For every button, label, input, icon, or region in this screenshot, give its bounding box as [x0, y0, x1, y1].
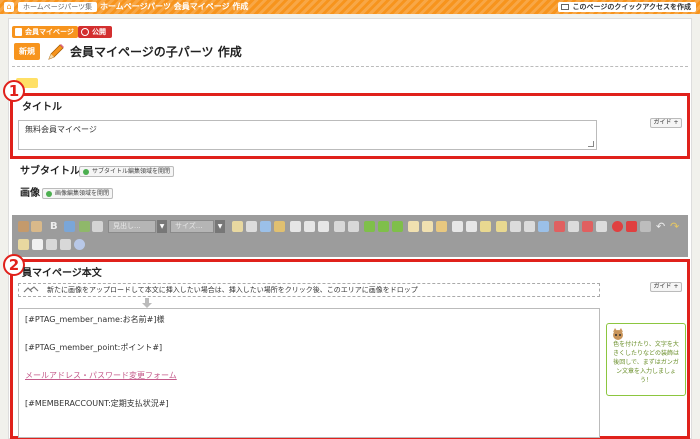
divider-icon[interactable]	[466, 221, 477, 232]
bold-icon[interactable]: B	[50, 221, 61, 232]
chevron-down-icon[interactable]: ▼	[215, 220, 225, 233]
subtitle-label: サブタイトル	[20, 166, 80, 177]
quick-access-label: このページのクイックアクセスを作成	[572, 3, 691, 11]
password-change-link[interactable]: メールアドレス・パスワード変更フォーム	[25, 371, 593, 381]
editor-toolbar: B 見出し... ▼ サイズ... ▼ ↶ ↷	[12, 215, 688, 257]
quote-icon[interactable]	[334, 221, 345, 232]
body-label: 員マイページ本文	[22, 268, 102, 279]
size-select[interactable]: サイズ...	[170, 220, 214, 233]
text-color-icon[interactable]	[92, 221, 103, 232]
upload-icon	[23, 286, 39, 293]
file-icon[interactable]	[408, 221, 419, 232]
map-pin-icon[interactable]	[612, 221, 623, 232]
anchor-icon[interactable]	[392, 221, 403, 232]
heading-select[interactable]: 見出し...	[108, 220, 156, 233]
clipboard-icon[interactable]	[436, 221, 447, 232]
chevron-down-icon[interactable]: ▼	[157, 220, 167, 233]
quick-access-button[interactable]: このページのクイックアクセスを作成	[558, 2, 696, 12]
marker-1: 1	[3, 80, 25, 102]
grid-icon[interactable]	[524, 221, 535, 232]
gallery-icon[interactable]	[582, 221, 593, 232]
toggle-icon	[46, 191, 52, 197]
tip-text: 色を付けたり、文字を大きくしたりなどの装飾は後回しで、まずはガンガン文章を入力し…	[612, 341, 679, 384]
rule-icon[interactable]	[554, 221, 565, 232]
image-toggle-button[interactable]: 画像編集領域を開閉	[42, 188, 114, 199]
mascot-icon	[613, 328, 623, 340]
layout-icon[interactable]	[480, 221, 491, 232]
document-icon[interactable]	[422, 221, 433, 232]
title-guide-button[interactable]: ガイド +	[650, 118, 682, 128]
lock-icon	[15, 28, 22, 36]
source-icon[interactable]	[18, 221, 29, 232]
title-field-value: 無料会員マイページ	[25, 125, 97, 134]
dropzone-text: 新たに画像をアップロードして本文に挿入したい場合は、挿入したい場所をクリック後、…	[47, 286, 418, 294]
chart-icon[interactable]	[538, 221, 549, 232]
video-icon[interactable]	[626, 221, 637, 232]
subtitle-toggle-label: サブタイトル編集領域を開閉	[92, 168, 171, 175]
arrow-down-icon	[142, 298, 152, 308]
subtitle-toggle-button[interactable]: サブタイトル編集領域を開閉	[79, 166, 175, 177]
template-icon[interactable]	[31, 221, 42, 232]
copy-icon[interactable]	[246, 221, 257, 232]
help-icon[interactable]	[74, 239, 85, 250]
title-divider	[12, 66, 688, 67]
resize-handle[interactable]	[588, 141, 594, 147]
indent-icon[interactable]	[348, 221, 359, 232]
align-left-icon[interactable]	[290, 221, 301, 232]
image-dropzone[interactable]: 新たに画像をアップロードして本文に挿入したい場合は、挿入したい場所をクリック後、…	[18, 283, 600, 297]
columns-icon[interactable]	[496, 221, 507, 232]
breadcrumb-parts[interactable]: ホームページパーツ集	[18, 2, 98, 12]
mypage-tag-label: 会員マイページ	[25, 28, 74, 36]
image-label: 画像	[20, 188, 40, 199]
pencil-icon	[48, 44, 64, 60]
mypage-tag: 会員マイページ	[12, 26, 78, 38]
top-bar: ⌂ ホームページパーツ集 › ホームページパーツ 会員マイページ 作成 このペー…	[0, 0, 700, 14]
body-guide-button[interactable]: ガイド +	[650, 282, 682, 292]
public-status-badge[interactable]: 公開	[78, 26, 112, 38]
photo-icon[interactable]	[568, 221, 579, 232]
unlink-icon[interactable]	[378, 221, 389, 232]
form-icon[interactable]	[60, 239, 71, 250]
image-insert-icon[interactable]	[79, 221, 90, 232]
breadcrumb-current: ホームページパーツ 会員マイページ 作成	[100, 2, 249, 11]
public-status-label: 公開	[92, 28, 106, 36]
page-icon[interactable]	[32, 239, 43, 250]
title-field[interactable]: 無料会員マイページ	[18, 120, 597, 150]
cut-icon[interactable]	[260, 221, 271, 232]
page-title: 会員マイページの子パーツ 作成	[70, 45, 242, 59]
body-line: [#MEMBERACCOUNT:定期支払状況#]	[25, 399, 169, 408]
box-icon[interactable]	[452, 221, 463, 232]
home-icon[interactable]: ⌂	[4, 2, 14, 12]
body-line: [#PTAG_member_name:お名前#]様	[25, 315, 165, 324]
body-editor[interactable]: [#PTAG_member_name:お名前#]様 [#PTAG_member_…	[18, 308, 600, 438]
preview-icon[interactable]	[18, 239, 29, 250]
body-line: [#PTAG_member_point:ポイント#]	[25, 343, 163, 352]
link-icon[interactable]	[364, 221, 375, 232]
title-label: タイトル	[22, 102, 62, 113]
table-icon[interactable]	[274, 221, 285, 232]
redo-icon[interactable]: ↷	[670, 221, 681, 232]
new-badge: 新規	[14, 43, 40, 60]
breadcrumb-separator: ›	[92, 1, 96, 10]
status-icon	[81, 28, 89, 36]
block-icon[interactable]	[510, 221, 521, 232]
frame-icon[interactable]	[596, 221, 607, 232]
tip-box: 色を付けたり、文字を大きくしたりなどの装飾は後回しで、まずはガンガン文章を入力し…	[606, 323, 686, 396]
image-toggle-label: 画像編集領域を開閉	[55, 190, 110, 197]
window-icon	[561, 4, 570, 10]
check-icon[interactable]	[640, 221, 651, 232]
paste-icon[interactable]	[232, 221, 243, 232]
brush-icon[interactable]	[64, 221, 75, 232]
list-icon[interactable]	[304, 221, 315, 232]
gallery-insert-icon[interactable]	[46, 239, 57, 250]
undo-icon[interactable]: ↶	[656, 221, 667, 232]
toggle-icon	[83, 169, 89, 175]
numbered-list-icon[interactable]	[318, 221, 329, 232]
